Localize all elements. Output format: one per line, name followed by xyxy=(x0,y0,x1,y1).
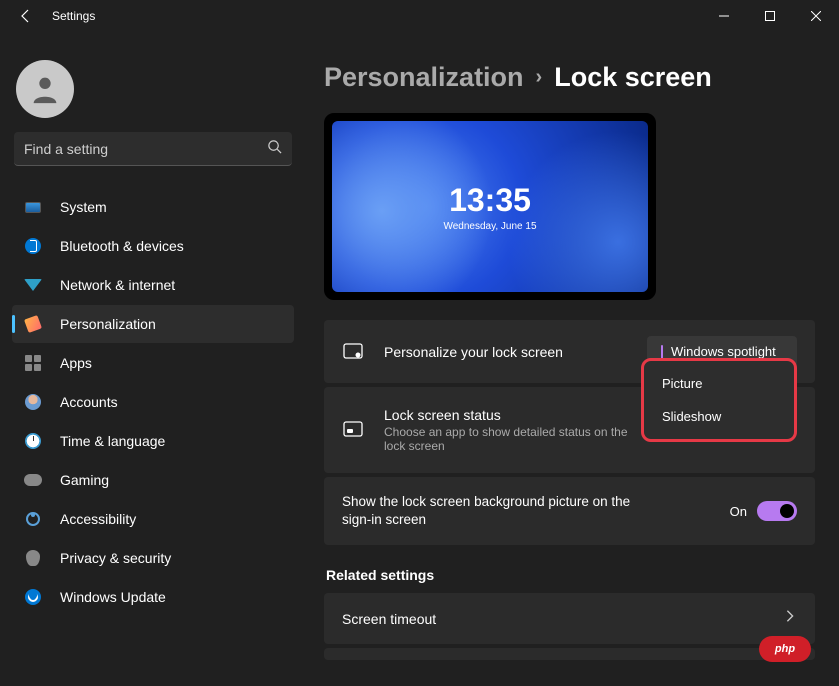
partial-row[interactable] xyxy=(324,648,815,660)
sidebar-item-update[interactable]: Windows Update xyxy=(12,578,294,616)
chevron-right-icon: › xyxy=(536,66,543,89)
bluetooth-icon xyxy=(24,237,42,255)
wifi-icon xyxy=(24,276,42,294)
back-button[interactable] xyxy=(14,4,38,28)
accounts-icon xyxy=(24,393,42,411)
maximize-button[interactable] xyxy=(747,0,793,32)
personalization-icon xyxy=(24,315,42,333)
setting-title: Show the lock screen background picture … xyxy=(342,493,662,529)
screen-timeout-row[interactable]: Screen timeout xyxy=(324,593,815,644)
signin-background-row: Show the lock screen background picture … xyxy=(324,477,815,545)
sidebar-item-accessibility[interactable]: Accessibility xyxy=(12,500,294,538)
close-button[interactable] xyxy=(793,0,839,32)
preview-time: 13:35 xyxy=(449,182,531,219)
setting-title: Screen timeout xyxy=(342,611,783,627)
breadcrumb-current: Lock screen xyxy=(554,62,712,93)
personalize-lock-screen-row[interactable]: Personalize your lock screen Windows spo… xyxy=(324,320,815,383)
sidebar-item-label: Time & language xyxy=(60,433,165,449)
user-avatar[interactable] xyxy=(16,60,74,118)
clock-icon xyxy=(24,432,42,450)
sidebar-item-bluetooth[interactable]: Bluetooth & devices xyxy=(12,227,294,265)
sidebar-item-time[interactable]: Time & language xyxy=(12,422,294,460)
dropdown-option-picture[interactable]: Picture xyxy=(644,367,794,400)
title-bar: Settings xyxy=(0,0,839,32)
sidebar-item-personalization[interactable]: Personalization xyxy=(12,305,294,343)
main-content: Personalization › Lock screen 13:35 Wedn… xyxy=(306,32,839,686)
sidebar-item-label: Network & internet xyxy=(60,277,175,293)
lock-screen-preview: 13:35 Wednesday, June 15 xyxy=(324,113,656,300)
status-icon xyxy=(342,419,364,441)
breadcrumb-parent[interactable]: Personalization xyxy=(324,62,524,93)
toggle-state-label: On xyxy=(730,504,747,519)
dropdown-option-slideshow[interactable]: Slideshow xyxy=(644,400,794,433)
sidebar: System Bluetooth & devices Network & int… xyxy=(0,32,306,686)
preview-date: Wednesday, June 15 xyxy=(443,221,536,232)
update-icon xyxy=(24,588,42,606)
sidebar-item-label: Accessibility xyxy=(60,511,136,527)
window-controls xyxy=(701,0,839,32)
sidebar-item-apps[interactable]: Apps xyxy=(12,344,294,382)
sidebar-item-system[interactable]: System xyxy=(12,188,294,226)
search-icon xyxy=(267,139,282,159)
select-value: Windows spotlight xyxy=(671,344,776,359)
apps-icon xyxy=(24,354,42,372)
search-box[interactable] xyxy=(14,132,292,166)
signin-background-toggle[interactable] xyxy=(757,501,797,521)
php-badge-icon: php xyxy=(759,636,811,662)
sidebar-item-label: Apps xyxy=(60,355,92,371)
sidebar-item-privacy[interactable]: Privacy & security xyxy=(12,539,294,577)
shield-icon xyxy=(24,549,42,567)
sidebar-item-gaming[interactable]: Gaming xyxy=(12,461,294,499)
related-settings-heading: Related settings xyxy=(326,567,815,583)
sidebar-item-label: Personalization xyxy=(60,316,156,332)
sidebar-item-label: System xyxy=(60,199,107,215)
sidebar-item-label: Accounts xyxy=(60,394,118,410)
search-input[interactable] xyxy=(24,141,267,157)
preview-image: 13:35 Wednesday, June 15 xyxy=(332,121,648,292)
minimize-button[interactable] xyxy=(701,0,747,32)
sidebar-item-label: Gaming xyxy=(60,472,109,488)
chevron-right-icon xyxy=(783,609,797,628)
window-title: Settings xyxy=(52,9,95,23)
sidebar-item-label: Bluetooth & devices xyxy=(60,238,184,254)
system-icon xyxy=(24,198,42,216)
setting-subtitle: Choose an app to show detailed status on… xyxy=(384,425,644,453)
picture-icon xyxy=(342,341,364,363)
setting-title: Personalize your lock screen xyxy=(384,344,647,360)
lock-screen-source-dropdown: Picture Slideshow xyxy=(641,358,797,442)
gaming-icon xyxy=(24,471,42,489)
select-indicator xyxy=(661,345,663,359)
sidebar-item-network[interactable]: Network & internet xyxy=(12,266,294,304)
breadcrumb: Personalization › Lock screen xyxy=(324,62,815,93)
sidebar-item-label: Privacy & security xyxy=(60,550,171,566)
accessibility-icon xyxy=(24,510,42,528)
sidebar-item-label: Windows Update xyxy=(60,589,166,605)
sidebar-item-accounts[interactable]: Accounts xyxy=(12,383,294,421)
